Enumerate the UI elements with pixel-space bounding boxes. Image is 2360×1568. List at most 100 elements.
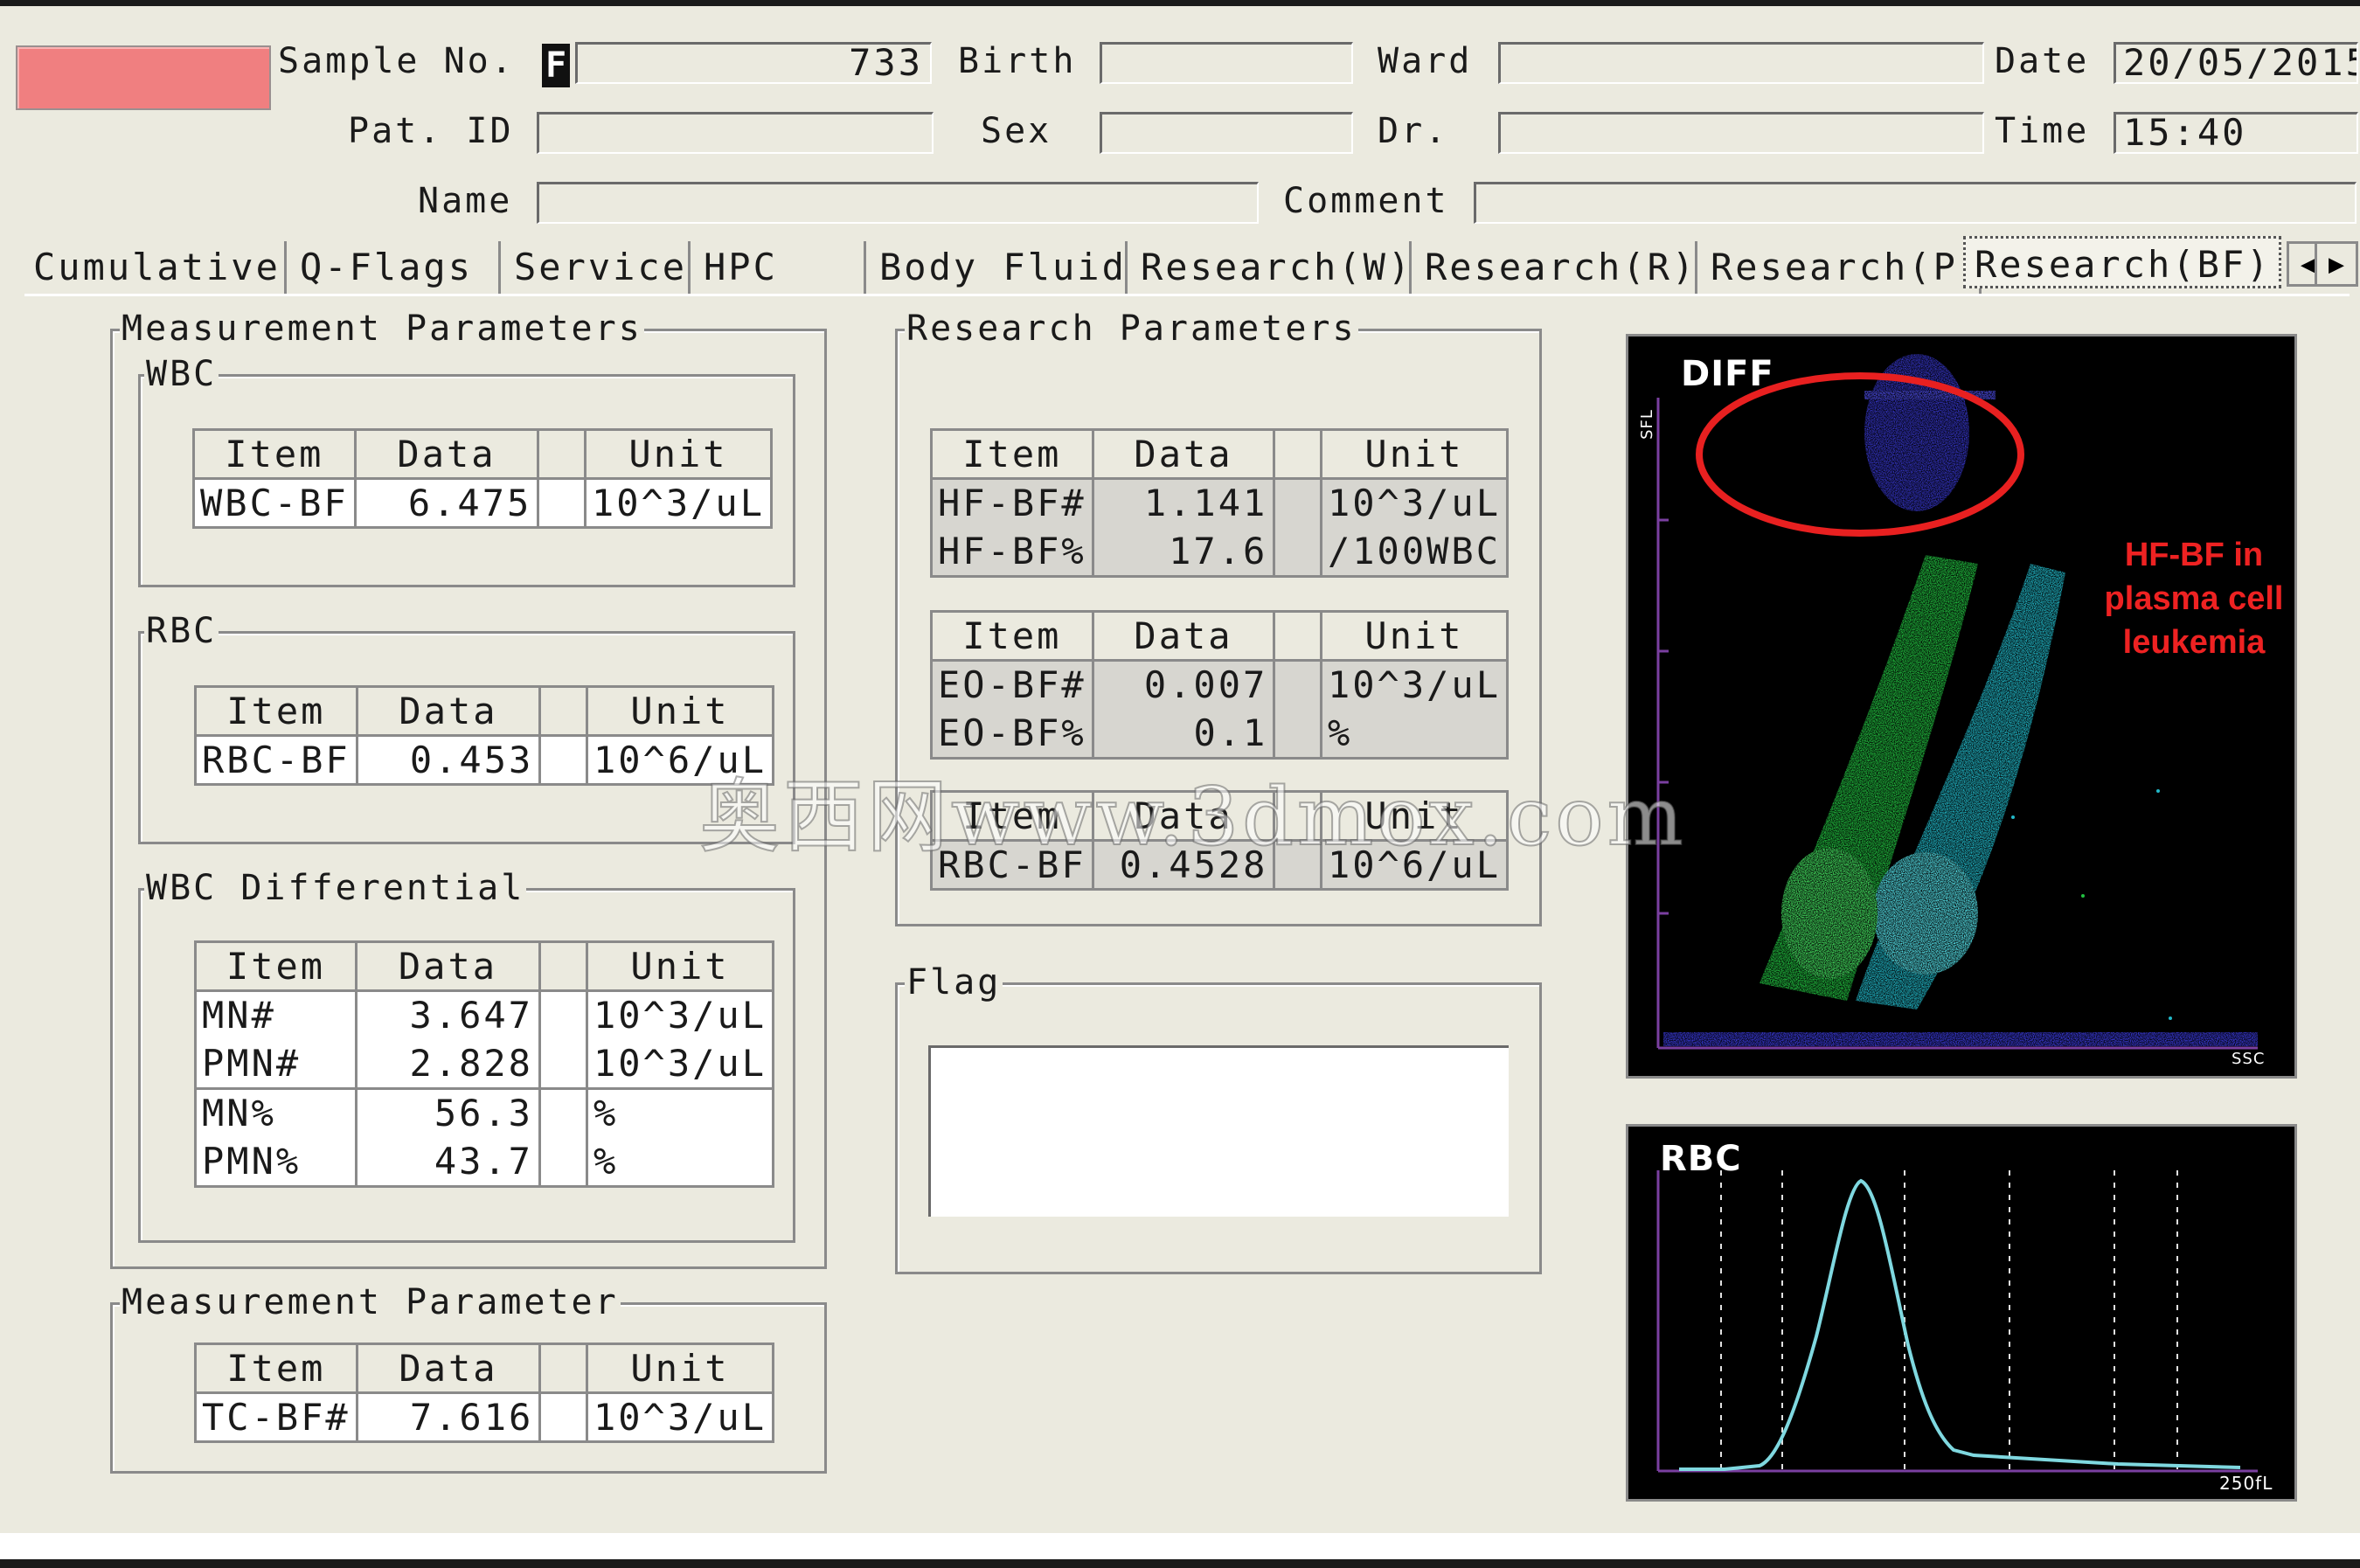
status-indicator <box>16 45 271 110</box>
comment-label: Comment <box>1283 181 1449 221</box>
rbc-header-blank <box>538 685 588 737</box>
flag-text-area[interactable] <box>928 1045 1509 1217</box>
wbc-bf-item: WBC-BF <box>192 477 357 529</box>
hf-bf-annotation: HF-BF in plasma cell leukemia <box>2080 533 2308 664</box>
wbc-table: Item Data Unit WBC-BF 6.475 10^3/uL <box>192 428 774 529</box>
hf-bf-count-unit: 10^3/uL <box>1319 477 1510 528</box>
birth-label: Birth <box>958 41 1077 81</box>
tab-q-flags[interactable]: Q-Flags <box>291 241 501 294</box>
birth-field[interactable] <box>1100 42 1353 84</box>
dr-field[interactable] <box>1498 112 1984 154</box>
hf-bf-percent-unit: /100WBC <box>1319 527 1510 578</box>
pmn-count-item: PMN# <box>194 1039 357 1090</box>
tc-bf-value: 7.616 <box>355 1391 542 1443</box>
eo-bf-count-value: 0.007 <box>1091 659 1276 710</box>
hf-bf-percent-value: 17.6 <box>1091 527 1276 578</box>
wbc-bf-flag <box>537 477 587 529</box>
time-label: Time <box>1995 111 2090 151</box>
tab-service[interactable]: Service <box>505 241 691 294</box>
tab-research-bf[interactable]: Research(BF) <box>1963 236 2281 288</box>
tc-bf-table: Item Data Unit TC-BF# 7.616 10^3/uL <box>194 1343 775 1443</box>
tab-bar: Cumulative Q-Flags Service HPC Body Flui… <box>24 236 2358 295</box>
hf-bf-count-value: 1.141 <box>1091 477 1276 528</box>
eo-bf-count-flag <box>1273 659 1322 710</box>
highlight-ellipse <box>1696 372 2024 537</box>
annotation-line-3: leukemia <box>2122 624 2266 661</box>
tab-scroll-right-icon[interactable]: ▶ <box>2315 241 2358 287</box>
wbc-header-blank <box>537 428 587 480</box>
dr-label: Dr. <box>1378 111 1449 151</box>
sex-field[interactable] <box>1100 112 1353 154</box>
measurement-parameter-title: Measurement Parameter <box>120 1280 621 1324</box>
rbc-header-unit: Unit <box>585 685 775 737</box>
flag-title: Flag <box>905 961 1003 1004</box>
tc-header-unit: Unit <box>585 1343 775 1394</box>
watermark: 奥西网www.3dmox.com <box>698 769 1687 864</box>
wbc-header-item: Item <box>192 428 357 480</box>
tab-body-fluid[interactable]: Body Fluid <box>871 241 1128 294</box>
mn-percent-item: MN% <box>194 1087 357 1138</box>
research-parameters-title: Research Parameters <box>905 307 1358 350</box>
pmn-percent-value: 43.7 <box>354 1137 541 1188</box>
tab-research-w[interactable]: Research(W) <box>1132 241 1412 294</box>
hf-bf-percent-flag <box>1273 527 1322 578</box>
hf-bf-table: Item Data Unit HF-BF# 1.141 10^3/uL HF-B… <box>930 428 1510 578</box>
pmn-percent-item: PMN% <box>194 1137 357 1188</box>
date-field[interactable]: 20/05/2015 <box>2114 42 2358 84</box>
table-row: PMN% 43.7 % <box>194 1137 775 1188</box>
mn-count-flag <box>538 989 588 1040</box>
eo-header-unit: Unit <box>1319 610 1510 662</box>
rbc-table: Item Data Unit RBC-BF 0.453 10^6/uL <box>194 685 775 786</box>
pat-id-field[interactable] <box>537 112 934 154</box>
diff-header-data: Data <box>354 940 541 992</box>
wbc-bf-value: 6.475 <box>353 477 540 529</box>
time-field[interactable]: 15:40 <box>2114 112 2358 154</box>
tc-header-blank <box>538 1343 588 1394</box>
tab-cumulative[interactable]: Cumulative <box>24 241 287 294</box>
mn-percent-flag <box>538 1087 588 1138</box>
bottom-border <box>0 1533 2360 1568</box>
wbc-group-title: WBC <box>144 352 219 396</box>
pmn-percent-unit: % <box>585 1137 775 1188</box>
hf-header-item: Item <box>930 428 1094 480</box>
rbc-bf-item: RBC-BF <box>194 734 358 786</box>
diff-header-blank <box>538 940 588 992</box>
pmn-count-value: 2.828 <box>354 1039 541 1090</box>
sample-flag-badge: F <box>542 44 570 87</box>
mn-count-value: 3.647 <box>354 989 541 1040</box>
pmn-count-unit: 10^3/uL <box>585 1039 775 1090</box>
sample-no-field[interactable]: 733 <box>575 42 932 84</box>
tab-hpc[interactable]: HPC <box>695 241 866 294</box>
ward-field[interactable] <box>1498 42 1984 84</box>
tc-bf-unit: 10^3/uL <box>585 1391 775 1443</box>
table-row: PMN# 2.828 10^3/uL <box>194 1039 775 1090</box>
rbc-x-max-label: 250fL <box>2219 1473 2273 1494</box>
cell-clusters <box>1663 354 2258 1046</box>
annotation-line-1: HF-BF in <box>2124 537 2264 573</box>
wbc-bf-unit: 10^3/uL <box>583 477 774 529</box>
name-field[interactable] <box>537 182 1259 224</box>
sfl-axis-label: SFL <box>1637 409 1656 440</box>
sample-no-label: Sample No. <box>278 41 515 81</box>
annotation-line-2: plasma cell <box>2104 580 2284 617</box>
pmn-percent-flag <box>538 1137 588 1188</box>
eo-header-data: Data <box>1091 610 1276 662</box>
tab-underline <box>24 294 2350 296</box>
table-row: HF-BF# 1.141 10^3/uL <box>930 477 1510 528</box>
rbc-bf-value: 0.453 <box>355 734 542 786</box>
hf-header-blank <box>1273 428 1322 480</box>
tab-research-p[interactable]: Research(P) <box>1702 241 1982 294</box>
top-border <box>0 0 2360 6</box>
tab-research-r[interactable]: Research(R) <box>1416 241 1697 294</box>
rbc-header-item: Item <box>194 685 358 737</box>
green-core <box>1781 848 1878 979</box>
diff-scattergram-svg <box>1656 354 2258 1050</box>
pat-id-label: Pat. ID <box>348 111 514 151</box>
pmn-count-flag <box>538 1039 588 1090</box>
diff-scattergram: DIFF SFL SSC <box>1626 334 2297 1079</box>
comment-field[interactable] <box>1474 182 2357 224</box>
table-row: TC-BF# 7.616 10^3/uL <box>194 1391 775 1443</box>
rbc-plot-title: RBC <box>1660 1139 1742 1179</box>
diff-header-item: Item <box>194 940 357 992</box>
name-label: Name <box>418 181 513 221</box>
